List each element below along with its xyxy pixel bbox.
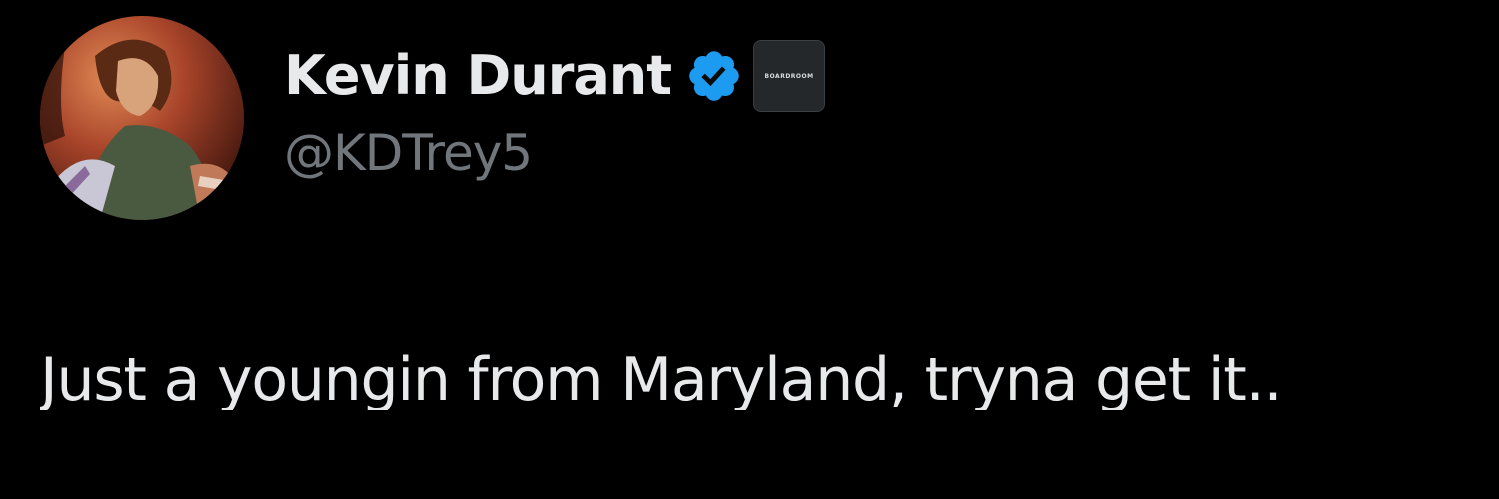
tweet-text: Just a youngin from Maryland, tryna get …	[40, 350, 1283, 410]
tweet-card: Kevin Durant BOARDROOM @KDTrey5 Just a y…	[0, 0, 1499, 499]
affiliate-label: BOARDROOM	[764, 72, 814, 80]
author-name-row: Kevin Durant BOARDROOM	[284, 36, 826, 116]
author-display-name[interactable]: Kevin Durant	[284, 49, 672, 103]
author-handle[interactable]: @KDTrey5	[284, 128, 533, 178]
avatar-image	[40, 16, 244, 220]
verified-check-icon[interactable]	[685, 47, 743, 105]
avatar[interactable]	[40, 16, 244, 220]
affiliate-badge[interactable]: BOARDROOM	[753, 40, 826, 112]
